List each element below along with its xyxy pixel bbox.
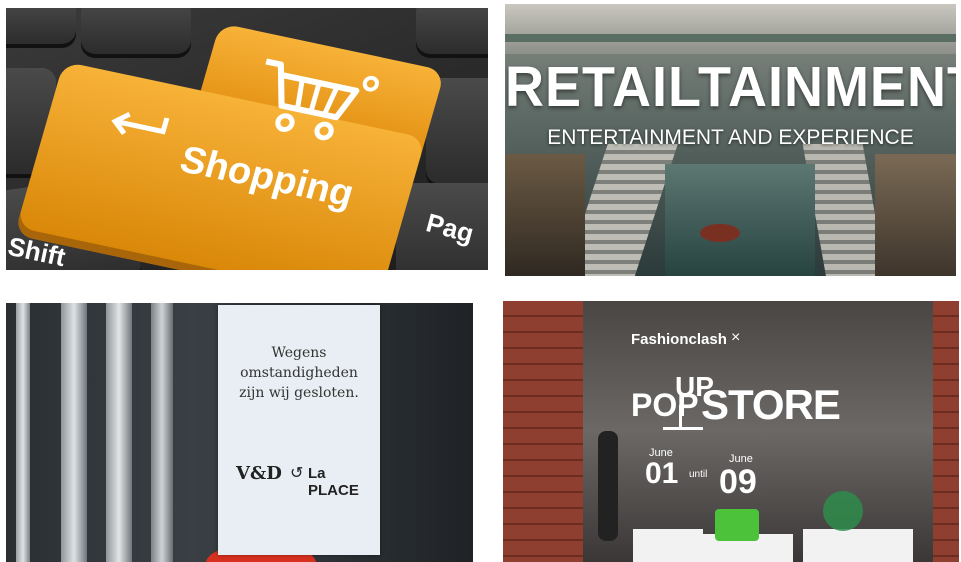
popup-title-store: STORE bbox=[701, 381, 841, 428]
la-place-logo: La PLACE bbox=[308, 465, 359, 499]
store-closed-sign-photo: Wegens omstandigheden zijn wij gesloten.… bbox=[6, 303, 473, 562]
notice-line-1: Wegens bbox=[271, 345, 327, 361]
collab-cross: × bbox=[731, 329, 741, 346]
shopping-keyboard-photo: Shift Pag Shopping bbox=[6, 8, 488, 270]
notice-line-3: zijn wij gesloten. bbox=[239, 385, 359, 401]
retailtainment-mall-photo: RETAILTAINMENT ENTERTAINMENT AND EXPERIE… bbox=[505, 4, 956, 276]
retailtainment-subtitle: ENTERTAINMENT AND EXPERIENCE bbox=[547, 126, 914, 149]
vd-logo: V&D bbox=[236, 463, 282, 484]
popup-store-photo: Fashionclash × POP UP STORE June 01 unti… bbox=[503, 301, 959, 562]
date-from-day: 01 bbox=[645, 457, 679, 490]
page-key-label: Pag bbox=[423, 207, 477, 249]
shopping-enter-key: Shopping bbox=[14, 8, 446, 270]
until-label: until bbox=[689, 469, 708, 480]
retailtainment-title: RETAILTAINMENT bbox=[505, 55, 956, 119]
date-to-day: 09 bbox=[719, 463, 757, 501]
closed-notice-paper: Wegens omstandigheden zijn wij gesloten.… bbox=[218, 305, 380, 555]
notice-line-2: omstandigheden bbox=[240, 365, 358, 381]
la-place-icon: ↺ bbox=[290, 465, 304, 482]
fashionclash-logo: Fashionclash bbox=[631, 331, 727, 348]
green-satchel bbox=[715, 509, 759, 541]
